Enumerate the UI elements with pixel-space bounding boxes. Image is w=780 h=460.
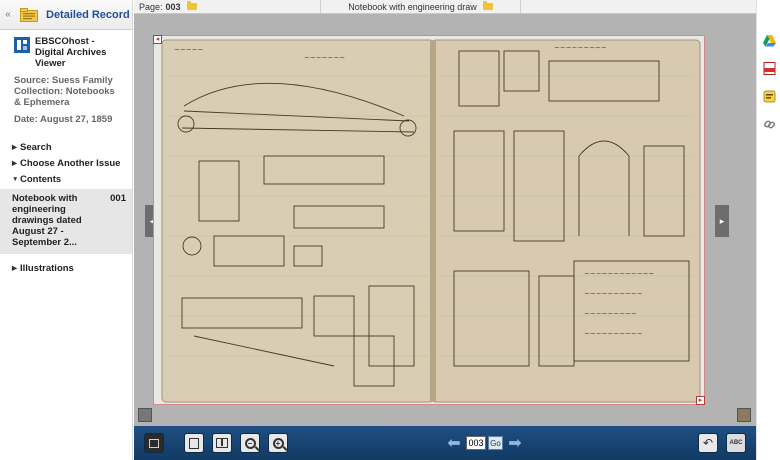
page-number-input[interactable] — [466, 436, 486, 450]
page-corner-marker[interactable]: ▸ — [696, 396, 705, 405]
permalink-icon[interactable] — [763, 118, 776, 131]
page-indicator: Page: 003 — [134, 0, 321, 13]
notebook-page-image[interactable]: ~~~~~ ~~~~~~~ ~~~~~~~~~ ~~~~~~~~~~~~ ~~~… — [153, 35, 705, 405]
svg-text:~~~~~~~~~: ~~~~~~~~~ — [554, 44, 607, 52]
folder-icon[interactable] — [186, 1, 197, 10]
svg-text:~~~~~: ~~~~~ — [174, 46, 203, 54]
next-page-button[interactable]: ➡ — [507, 433, 523, 453]
nav-choose-issue-label: Choose Another Issue — [20, 157, 121, 169]
zoom-in-button[interactable]: + — [268, 433, 288, 453]
contents-entry-selected[interactable]: Notebook with engineering drawings dated… — [0, 189, 132, 254]
viewer-toolbar: − + ⬅ Go ➡ ↶ ABC — [134, 426, 756, 460]
back-icon: ↶ — [702, 436, 714, 450]
nav-contents-label: Contents — [20, 173, 62, 185]
source-title: EBSCOhost - Digital Archives Viewer — [35, 36, 107, 69]
document-title: Notebook with engineering draw — [348, 1, 477, 12]
two-page-button[interactable] — [212, 433, 232, 453]
nav-choose-issue[interactable]: ▶ Choose Another Issue — [0, 155, 132, 171]
fullscreen-icon — [149, 438, 159, 448]
zoom-in-icon: + — [272, 437, 284, 449]
svg-text:~~~~~~~~~~: ~~~~~~~~~~ — [584, 290, 643, 298]
nav-search-label: Search — [20, 141, 52, 153]
text-view-button[interactable]: ABC — [726, 433, 746, 453]
record-folder-icon — [20, 7, 38, 22]
collapse-triangle-icon: ▼ — [12, 175, 19, 183]
single-page-icon — [189, 437, 199, 449]
page-navigation: ⬅ Go ➡ — [446, 433, 523, 453]
detailed-record-title[interactable]: Detailed Record — [46, 9, 130, 21]
expand-triangle-icon: ▶ — [12, 265, 17, 272]
collapse-sidebar-button[interactable]: « — [2, 9, 14, 20]
zoom-out-icon: − — [244, 437, 256, 449]
detail-sidebar: « Detailed Record EBSCOhost - Digital Ar… — [0, 0, 133, 460]
svg-text:~~~~~~~~~~: ~~~~~~~~~~ — [584, 330, 643, 338]
svg-text:~~~~~~~~~: ~~~~~~~~~ — [584, 310, 637, 318]
page-number: 003 — [165, 1, 181, 12]
go-button[interactable]: Go — [488, 436, 503, 450]
google-drive-icon[interactable] — [763, 34, 776, 47]
document-title-bar: Notebook with engineering draw — [321, 0, 521, 13]
notebook-drawing: ~~~~~ ~~~~~~~ ~~~~~~~~~ ~~~~~~~~~~~~ ~~~… — [161, 39, 701, 403]
app-root: « Detailed Record EBSCOhost - Digital Ar… — [0, 0, 780, 460]
cite-icon[interactable] — [763, 90, 776, 103]
ebsco-logo-icon — [14, 37, 30, 53]
nav-illustrations-label: Illustrations — [20, 262, 74, 274]
detailed-record-header: « Detailed Record — [0, 0, 132, 30]
single-page-button[interactable] — [184, 433, 204, 453]
pdf-icon[interactable] — [763, 62, 776, 75]
back-button[interactable]: ↶ — [698, 433, 718, 453]
nav-search[interactable]: ▶ Search — [0, 139, 132, 155]
expand-triangle-icon: ▶ — [12, 144, 17, 151]
next-page-arrow[interactable]: ▸ — [715, 205, 729, 237]
contents-entry-number: 001 — [110, 193, 126, 204]
nav-illustrations[interactable]: ▶ Illustrations — [0, 260, 132, 276]
date-line: Date: August 27, 1859 — [14, 114, 113, 125]
svg-text:~~~~~~~: ~~~~~~~ — [304, 54, 345, 62]
folder-icon[interactable] — [482, 1, 493, 10]
contents-entry-title: Notebook with engineering drawings dated… — [12, 193, 82, 248]
document-viewer: Page: 003 Notebook with engineering draw… — [134, 0, 756, 460]
thumbnail-grid-button[interactable] — [138, 408, 152, 422]
nav-contents[interactable]: ▼ Contents — [0, 171, 132, 187]
page-label: Page: — [139, 1, 163, 12]
expand-triangle-icon: ▶ — [12, 160, 17, 167]
page-thumbnail-button[interactable] — [737, 408, 751, 422]
page-corner-marker[interactable]: ◂ — [153, 35, 162, 44]
viewer-topbar: Page: 003 Notebook with engineering draw — [134, 0, 756, 14]
two-page-icon — [216, 438, 228, 448]
record-metadata: EBSCOhost - Digital Archives Viewer Sour… — [0, 30, 132, 125]
svg-text:~~~~~~~~~~~~: ~~~~~~~~~~~~ — [584, 270, 655, 278]
zoom-out-button[interactable]: − — [240, 433, 260, 453]
fullscreen-button[interactable] — [144, 433, 164, 453]
tools-rail — [756, 0, 780, 460]
source-line: Source: Suess Family Collection: Noteboo… — [14, 75, 115, 108]
prev-page-button[interactable]: ⬅ — [446, 433, 462, 453]
